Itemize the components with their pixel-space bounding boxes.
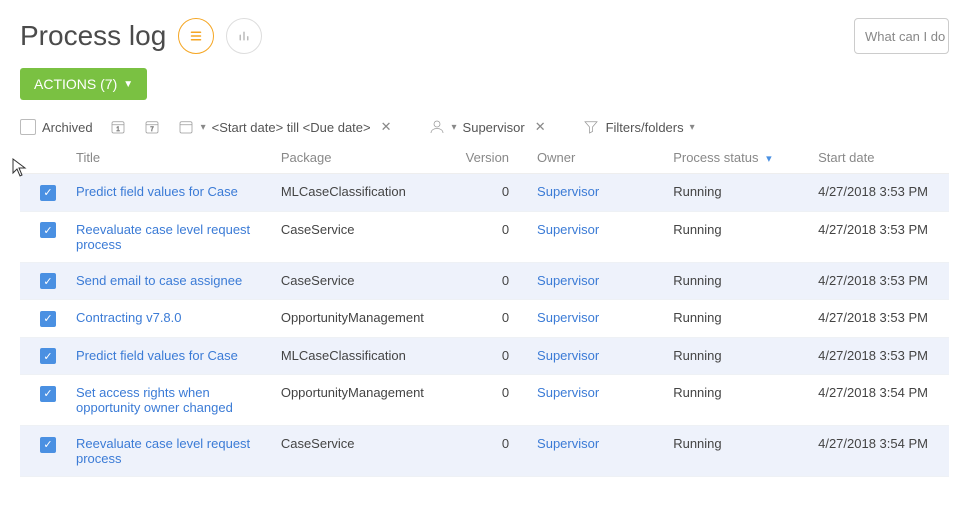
owner-filter-label: Supervisor [463,120,525,135]
table-row[interactable]: ✓ Set access rights when opportunity owne… [20,375,949,426]
filters-row: Archived 1 7 ▾ <Start date> till <Due da… [0,108,969,142]
archived-label: Archived [42,120,93,135]
filters-folders-button[interactable]: Filters/folders ▾ [582,118,695,136]
row-start: 4/27/2018 3:53 PM [808,337,949,375]
col-start[interactable]: Start date [808,142,949,174]
row-owner-link[interactable]: Supervisor [537,348,599,363]
row-start: 4/27/2018 3:53 PM [808,262,949,300]
row-owner-link[interactable]: Supervisor [537,184,599,199]
row-start: 4/27/2018 3:54 PM [808,426,949,477]
clear-date-icon[interactable]: ✕ [381,119,392,135]
search-box[interactable]: What can I do fo [854,18,949,54]
col-version[interactable]: Version [456,142,519,174]
archived-filter[interactable]: Archived [20,119,93,135]
owner-filter[interactable]: ▾ Supervisor ✕ [428,118,546,136]
row-package: OpportunityManagement [271,300,456,338]
row-checkbox[interactable]: ✓ [40,185,56,201]
row-status: Running [663,375,808,426]
calendar-day-7-button[interactable]: 7 [143,118,161,136]
clear-owner-icon[interactable]: ✕ [535,119,546,135]
row-status: Running [663,174,808,212]
col-owner[interactable]: Owner [519,142,663,174]
caret-down-icon: ▾ [201,122,206,133]
row-start: 4/27/2018 3:54 PM [808,375,949,426]
table-row[interactable]: ✓ Contracting v7.8.0 OpportunityManagement… [20,300,949,338]
row-checkbox[interactable]: ✓ [40,348,56,364]
page-title: Process log [20,20,166,52]
row-package: OpportunityManagement [271,375,456,426]
row-checkbox[interactable]: ✓ [40,273,56,289]
row-owner-link[interactable]: Supervisor [537,273,599,288]
row-owner-link[interactable]: Supervisor [537,436,599,451]
caret-down-icon: ▼ [123,79,133,90]
row-start: 4/27/2018 3:53 PM [808,211,949,262]
row-checkbox[interactable]: ✓ [40,222,56,238]
date-range-filter[interactable]: ▾ <Start date> till <Due date> ✕ [177,118,392,136]
row-title-link[interactable]: Reevaluate case level request process [76,436,250,466]
filters-folders-label: Filters/folders [606,120,684,135]
page-header: Process log What can I do fo [0,0,969,62]
caret-down-icon: ▾ [452,122,457,133]
row-version: 0 [456,211,519,262]
row-version: 0 [456,375,519,426]
row-checkbox[interactable]: ✓ [40,437,56,453]
row-version: 0 [456,174,519,212]
row-title-link[interactable]: Set access rights when opportunity owner… [76,385,233,415]
row-status: Running [663,426,808,477]
date-range-label: <Start date> till <Due date> [212,120,371,135]
row-package: CaseService [271,262,456,300]
row-start: 4/27/2018 3:53 PM [808,300,949,338]
row-owner-link[interactable]: Supervisor [537,385,599,400]
table-row[interactable]: ✓ Send email to case assignee CaseService0… [20,262,949,300]
row-start: 4/27/2018 3:53 PM [808,174,949,212]
calendar-day-1-button[interactable]: 1 [109,118,127,136]
sort-indicator-icon: ▾ [766,153,772,165]
row-title-link[interactable]: Predict field values for Case [76,184,238,199]
col-status[interactable]: Process status ▾ [663,142,808,174]
actions-button[interactable]: ACTIONS (7) ▼ [20,68,147,100]
row-package: CaseService [271,426,456,477]
row-title-link[interactable]: Reevaluate case level request process [76,222,250,252]
process-table: Title Package Version Owner Process stat… [0,142,969,477]
row-version: 0 [456,337,519,375]
row-checkbox[interactable]: ✓ [40,386,56,402]
actions-row: ACTIONS (7) ▼ [0,62,969,108]
row-status: Running [663,300,808,338]
row-checkbox[interactable]: ✓ [40,311,56,327]
col-package[interactable]: Package [271,142,456,174]
table-row[interactable]: ✓ Reevaluate case level request process Ca… [20,211,949,262]
actions-label: ACTIONS (7) [34,76,117,92]
row-version: 0 [456,262,519,300]
table-row[interactable]: ✓ Reevaluate case level request process Ca… [20,426,949,477]
row-title-link[interactable]: Predict field values for Case [76,348,238,363]
svg-text:1: 1 [116,127,120,133]
row-package: CaseService [271,211,456,262]
row-package: MLCaseClassification [271,337,456,375]
col-title[interactable]: Title [66,142,271,174]
archived-checkbox[interactable] [20,119,36,135]
svg-text:7: 7 [150,127,154,133]
row-status: Running [663,262,808,300]
chart-view-button[interactable] [226,18,262,54]
row-title-link[interactable]: Contracting v7.8.0 [76,310,182,325]
row-owner-link[interactable]: Supervisor [537,310,599,325]
list-view-button[interactable] [178,18,214,54]
row-package: MLCaseClassification [271,174,456,212]
table-header-row: Title Package Version Owner Process stat… [20,142,949,174]
caret-down-icon: ▾ [690,122,695,133]
table-row[interactable]: ✓ Predict field values for Case MLCaseClas… [20,174,949,212]
row-status: Running [663,337,808,375]
row-version: 0 [456,300,519,338]
row-version: 0 [456,426,519,477]
row-owner-link[interactable]: Supervisor [537,222,599,237]
table-row[interactable]: ✓ Predict field values for Case MLCaseClas… [20,337,949,375]
row-status: Running [663,211,808,262]
row-title-link[interactable]: Send email to case assignee [76,273,242,288]
